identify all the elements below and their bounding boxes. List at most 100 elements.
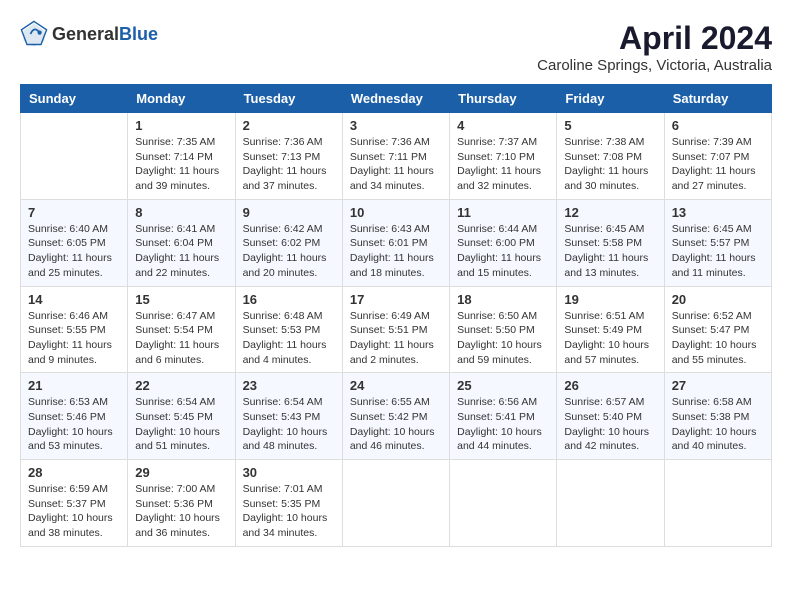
day-content: Sunrise: 6:53 AM Sunset: 5:46 PM Dayligh… bbox=[28, 395, 120, 454]
day-content: Sunrise: 7:00 AM Sunset: 5:36 PM Dayligh… bbox=[135, 482, 227, 541]
day-content: Sunrise: 7:36 AM Sunset: 7:11 PM Dayligh… bbox=[350, 135, 442, 194]
day-cell-15: 15Sunrise: 6:47 AM Sunset: 5:54 PM Dayli… bbox=[128, 286, 235, 373]
day-content: Sunrise: 6:45 AM Sunset: 5:58 PM Dayligh… bbox=[564, 222, 656, 281]
day-cell-7: 7 Sunrise: 6:40 AM Sunset: 6:05 PM Daylig… bbox=[21, 199, 128, 286]
day-cell-22: 22 Sunrise: 6:54 AM Sunset: 5:45 PM Dayli… bbox=[128, 373, 235, 460]
week-row-3: 14Sunrise: 6:46 AM Sunset: 5:55 PM Dayli… bbox=[21, 286, 772, 373]
day-content: Sunrise: 6:52 AM Sunset: 5:47 PM Dayligh… bbox=[672, 309, 764, 368]
day-content: Sunrise: 6:57 AM Sunset: 5:40 PM Dayligh… bbox=[564, 395, 656, 454]
day-cell-25: 25Sunrise: 6:56 AM Sunset: 5:41 PM Dayli… bbox=[450, 373, 557, 460]
day-number: 30 bbox=[243, 465, 335, 480]
day-cell-4: 4 Sunrise: 7:37 AM Sunset: 7:10 PM Daylig… bbox=[450, 113, 557, 200]
day-cell-1: 1 Sunrise: 7:35 AM Sunset: 7:14 PM Daylig… bbox=[128, 113, 235, 200]
day-number: 9 bbox=[243, 205, 335, 220]
empty-cell bbox=[557, 460, 664, 547]
logo-blue: Blue bbox=[119, 24, 158, 44]
month-title: April 2024 bbox=[537, 20, 772, 57]
day-content: Sunrise: 6:41 AM Sunset: 6:04 PM Dayligh… bbox=[135, 222, 227, 281]
day-cell-11: 11 Sunrise: 6:44 AM Sunset: 6:00 PM Dayli… bbox=[450, 199, 557, 286]
day-number: 24 bbox=[350, 378, 442, 393]
day-cell-13: 13Sunrise: 6:45 AM Sunset: 5:57 PM Dayli… bbox=[664, 199, 771, 286]
day-content: Sunrise: 7:39 AM Sunset: 7:07 PM Dayligh… bbox=[672, 135, 764, 194]
day-cell-5: 5 Sunrise: 7:38 AM Sunset: 7:08 PM Daylig… bbox=[557, 113, 664, 200]
day-content: Sunrise: 6:55 AM Sunset: 5:42 PM Dayligh… bbox=[350, 395, 442, 454]
week-row-2: 7 Sunrise: 6:40 AM Sunset: 6:05 PM Daylig… bbox=[21, 199, 772, 286]
day-number: 3 bbox=[350, 118, 442, 133]
day-number: 21 bbox=[28, 378, 120, 393]
day-cell-19: 19Sunrise: 6:51 AM Sunset: 5:49 PM Dayli… bbox=[557, 286, 664, 373]
day-content: Sunrise: 7:37 AM Sunset: 7:10 PM Dayligh… bbox=[457, 135, 549, 194]
day-number: 23 bbox=[243, 378, 335, 393]
day-number: 28 bbox=[28, 465, 120, 480]
day-cell-12: 12 Sunrise: 6:45 AM Sunset: 5:58 PM Dayli… bbox=[557, 199, 664, 286]
logo-general: General bbox=[52, 24, 119, 44]
day-number: 12 bbox=[564, 205, 656, 220]
day-cell-29: 29 Sunrise: 7:00 AM Sunset: 5:36 PM Dayli… bbox=[128, 460, 235, 547]
day-number: 20 bbox=[672, 292, 764, 307]
day-cell-27: 27 Sunrise: 6:58 AM Sunset: 5:38 PM Dayli… bbox=[664, 373, 771, 460]
day-number: 7 bbox=[28, 205, 120, 220]
location-title: Caroline Springs, Victoria, Australia bbox=[537, 57, 772, 74]
day-number: 10 bbox=[350, 205, 442, 220]
day-content: Sunrise: 6:44 AM Sunset: 6:00 PM Dayligh… bbox=[457, 222, 549, 281]
day-cell-10: 10 Sunrise: 6:43 AM Sunset: 6:01 PM Dayli… bbox=[342, 199, 449, 286]
day-number: 17 bbox=[350, 292, 442, 307]
day-cell-14: 14Sunrise: 6:46 AM Sunset: 5:55 PM Dayli… bbox=[21, 286, 128, 373]
header-cell-monday: Monday bbox=[128, 85, 235, 113]
header-row: SundayMondayTuesdayWednesdayThursdayFrid… bbox=[21, 85, 772, 113]
day-content: Sunrise: 7:01 AM Sunset: 5:35 PM Dayligh… bbox=[243, 482, 335, 541]
day-content: Sunrise: 7:35 AM Sunset: 7:14 PM Dayligh… bbox=[135, 135, 227, 194]
day-number: 27 bbox=[672, 378, 764, 393]
header-cell-sunday: Sunday bbox=[21, 85, 128, 113]
day-cell-20: 20 Sunrise: 6:52 AM Sunset: 5:47 PM Dayli… bbox=[664, 286, 771, 373]
day-content: Sunrise: 6:56 AM Sunset: 5:41 PM Dayligh… bbox=[457, 395, 549, 454]
day-number: 1 bbox=[135, 118, 227, 133]
day-number: 5 bbox=[564, 118, 656, 133]
day-content: Sunrise: 6:40 AM Sunset: 6:05 PM Dayligh… bbox=[28, 222, 120, 281]
day-cell-17: 17 Sunrise: 6:49 AM Sunset: 5:51 PM Dayli… bbox=[342, 286, 449, 373]
day-number: 6 bbox=[672, 118, 764, 133]
day-number: 16 bbox=[243, 292, 335, 307]
day-content: Sunrise: 7:36 AM Sunset: 7:13 PM Dayligh… bbox=[243, 135, 335, 194]
day-number: 29 bbox=[135, 465, 227, 480]
day-content: Sunrise: 6:58 AM Sunset: 5:38 PM Dayligh… bbox=[672, 395, 764, 454]
week-row-4: 21 Sunrise: 6:53 AM Sunset: 5:46 PM Dayli… bbox=[21, 373, 772, 460]
day-content: Sunrise: 6:54 AM Sunset: 5:45 PM Dayligh… bbox=[135, 395, 227, 454]
day-number: 26 bbox=[564, 378, 656, 393]
day-cell-28: 28Sunrise: 6:59 AM Sunset: 5:37 PM Dayli… bbox=[21, 460, 128, 547]
logo-icon bbox=[20, 20, 48, 48]
day-content: Sunrise: 6:43 AM Sunset: 6:01 PM Dayligh… bbox=[350, 222, 442, 281]
day-content: Sunrise: 6:46 AM Sunset: 5:55 PM Dayligh… bbox=[28, 309, 120, 368]
day-cell-8: 8 Sunrise: 6:41 AM Sunset: 6:04 PM Daylig… bbox=[128, 199, 235, 286]
day-number: 8 bbox=[135, 205, 227, 220]
day-content: Sunrise: 6:54 AM Sunset: 5:43 PM Dayligh… bbox=[243, 395, 335, 454]
day-content: Sunrise: 6:50 AM Sunset: 5:50 PM Dayligh… bbox=[457, 309, 549, 368]
week-row-1: 1 Sunrise: 7:35 AM Sunset: 7:14 PM Daylig… bbox=[21, 113, 772, 200]
day-number: 18 bbox=[457, 292, 549, 307]
day-content: Sunrise: 6:47 AM Sunset: 5:54 PM Dayligh… bbox=[135, 309, 227, 368]
day-number: 22 bbox=[135, 378, 227, 393]
empty-cell bbox=[664, 460, 771, 547]
day-number: 19 bbox=[564, 292, 656, 307]
day-cell-23: 23 Sunrise: 6:54 AM Sunset: 5:43 PM Dayli… bbox=[235, 373, 342, 460]
empty-cell bbox=[342, 460, 449, 547]
day-cell-18: 18 Sunrise: 6:50 AM Sunset: 5:50 PM Dayli… bbox=[450, 286, 557, 373]
day-cell-26: 26 Sunrise: 6:57 AM Sunset: 5:40 PM Dayli… bbox=[557, 373, 664, 460]
calendar-table: SundayMondayTuesdayWednesdayThursdayFrid… bbox=[20, 84, 772, 547]
empty-cell bbox=[450, 460, 557, 547]
day-number: 2 bbox=[243, 118, 335, 133]
day-content: Sunrise: 6:42 AM Sunset: 6:02 PM Dayligh… bbox=[243, 222, 335, 281]
header-cell-thursday: Thursday bbox=[450, 85, 557, 113]
logo: GeneralBlue bbox=[20, 20, 158, 48]
day-cell-24: 24 Sunrise: 6:55 AM Sunset: 5:42 PM Dayli… bbox=[342, 373, 449, 460]
header-cell-wednesday: Wednesday bbox=[342, 85, 449, 113]
day-cell-2: 2 Sunrise: 7:36 AM Sunset: 7:13 PM Daylig… bbox=[235, 113, 342, 200]
day-cell-6: 6 Sunrise: 7:39 AM Sunset: 7:07 PM Daylig… bbox=[664, 113, 771, 200]
title-section: April 2024 Caroline Springs, Victoria, A… bbox=[537, 20, 772, 74]
day-number: 4 bbox=[457, 118, 549, 133]
day-content: Sunrise: 7:38 AM Sunset: 7:08 PM Dayligh… bbox=[564, 135, 656, 194]
day-content: Sunrise: 6:49 AM Sunset: 5:51 PM Dayligh… bbox=[350, 309, 442, 368]
day-cell-21: 21 Sunrise: 6:53 AM Sunset: 5:46 PM Dayli… bbox=[21, 373, 128, 460]
day-number: 11 bbox=[457, 205, 549, 220]
day-content: Sunrise: 6:48 AM Sunset: 5:53 PM Dayligh… bbox=[243, 309, 335, 368]
